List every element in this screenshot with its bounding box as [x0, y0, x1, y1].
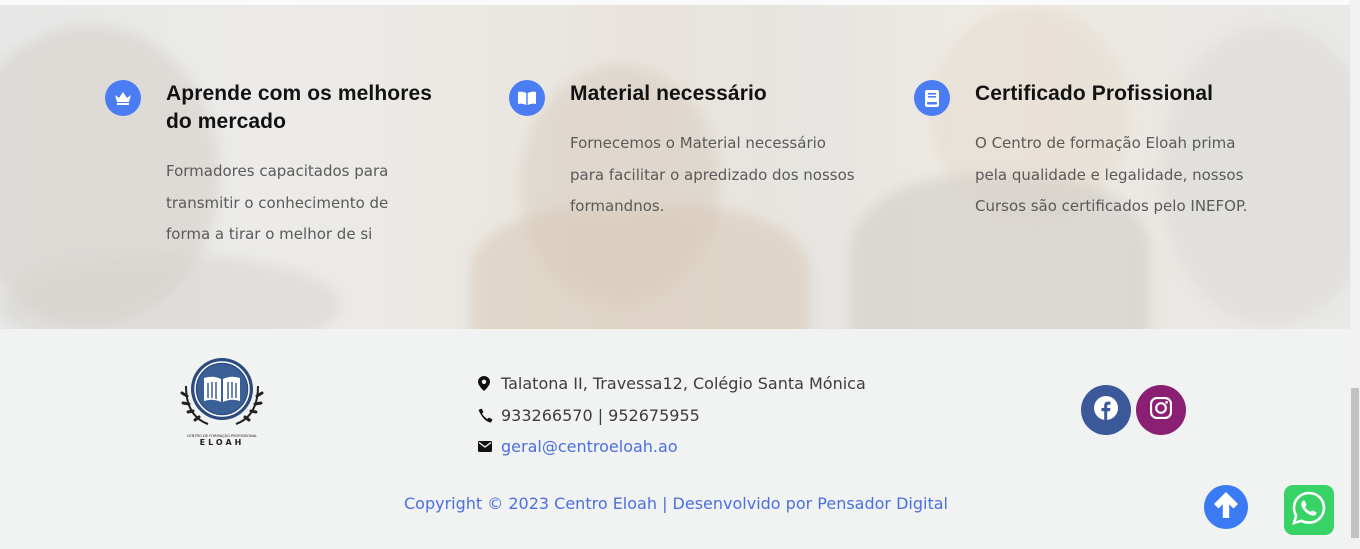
map-pin-icon [478, 376, 501, 392]
scroll-to-top-button[interactable] [1204, 485, 1248, 529]
logo-name: ELOAH [200, 438, 245, 447]
instagram-icon [1149, 396, 1173, 423]
address-text: Talatona II, Travessa12, Colégio Santa M… [501, 374, 866, 394]
feature-text: O Centro de formação Eloah prima pela qu… [975, 134, 1248, 215]
copyright-text: Copyright © 2023 Centro Eloah | Desenvol… [404, 494, 948, 513]
logo[interactable]: CENTRO DE FORMAÇÃO PROFISSIONAL ELOAH [178, 356, 268, 450]
features-section: Aprende com os melhores do mercado Forma… [0, 5, 1350, 329]
envelope-icon [478, 441, 501, 453]
book-open-icon [509, 80, 545, 116]
contact-address: Talatona II, Travessa12, Colégio Santa M… [478, 368, 866, 400]
background-photo-shape [470, 205, 810, 329]
facebook-icon [1094, 396, 1118, 424]
phone-text: 933266570 | 952675955 [501, 405, 700, 425]
feature-title: Certificado Profissional [975, 82, 1214, 105]
facebook-button[interactable] [1081, 385, 1131, 435]
crown-icon [105, 80, 141, 116]
scrollbar-thumb[interactable] [1351, 388, 1359, 538]
email-link[interactable]: geral@centroeloah.ao [501, 437, 678, 456]
contact-email: geral@centroeloah.ao [478, 431, 866, 463]
phone-icon [478, 408, 501, 423]
whatsapp-button[interactable] [1284, 485, 1334, 535]
whatsapp-icon [1291, 490, 1327, 530]
book-icon [914, 80, 950, 116]
feature-text: Fornecemos o Material necessário para fa… [570, 134, 855, 215]
contact-phone: 933266570 | 952675955 [478, 400, 866, 432]
feature-text: Formadores capacitados para transmitir o… [166, 162, 389, 243]
feature-title: Aprende com os melhores do mercado [166, 82, 433, 133]
contact-list: Talatona II, Travessa12, Colégio Santa M… [478, 368, 866, 463]
arrow-up-icon [1213, 491, 1239, 523]
instagram-button[interactable] [1136, 385, 1186, 435]
feature-title: Material necessário [570, 82, 767, 105]
